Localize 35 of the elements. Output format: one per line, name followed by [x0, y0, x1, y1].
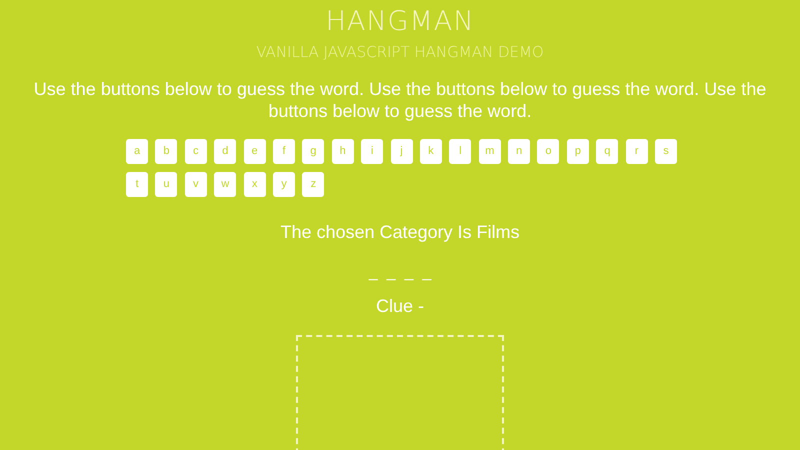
instructions-text: Use the buttons below to guess the word. Use the buttons below to guess the word. Use the buttons below to guess the word.: [32, 78, 768, 122]
letter-button[interactable]: q: [596, 139, 618, 164]
letter-button[interactable]: r: [626, 139, 648, 164]
letter-button[interactable]: l: [449, 139, 472, 164]
letter-button[interactable]: w: [214, 172, 236, 197]
letter-slot: _: [368, 263, 378, 283]
letter-button[interactable]: x: [244, 172, 266, 197]
letter-slot: _: [422, 263, 432, 283]
letter-button[interactable]: n: [508, 139, 530, 164]
letter-button[interactable]: d: [214, 139, 236, 164]
letter-button[interactable]: g: [302, 139, 324, 164]
letter-button[interactable]: p: [566, 139, 589, 164]
letter-button[interactable]: f: [272, 139, 295, 164]
letter-button[interactable]: c: [184, 139, 207, 164]
letter-button[interactable]: h: [332, 139, 354, 164]
page-subtitle: VANILLA JAVASCRIPT HANGMAN DEMO: [255, 42, 545, 62]
clue-text: Clue -: [374, 295, 425, 317]
letter-slot: _: [404, 263, 414, 283]
letter-button[interactable]: o: [537, 139, 560, 164]
letter-button[interactable]: z: [302, 172, 324, 197]
page-title: HANGMAN: [324, 6, 476, 38]
letter-button[interactable]: b: [155, 139, 178, 164]
letter-button[interactable]: a: [126, 139, 148, 164]
letter-button[interactable]: k: [420, 139, 442, 164]
letter-slot: _: [386, 263, 396, 283]
letter-button[interactable]: y: [272, 172, 295, 197]
letter-button[interactable]: t: [126, 172, 148, 197]
letter-button[interactable]: s: [655, 139, 678, 164]
letter-button[interactable]: j: [390, 139, 413, 164]
letter-button[interactable]: v: [184, 172, 207, 197]
letter-button[interactable]: e: [244, 139, 266, 164]
letter-button[interactable]: m: [478, 139, 501, 164]
letter-button[interactable]: u: [155, 172, 178, 197]
letter-button[interactable]: i: [361, 139, 384, 164]
category-text: The chosen Category Is Films: [279, 221, 521, 243]
